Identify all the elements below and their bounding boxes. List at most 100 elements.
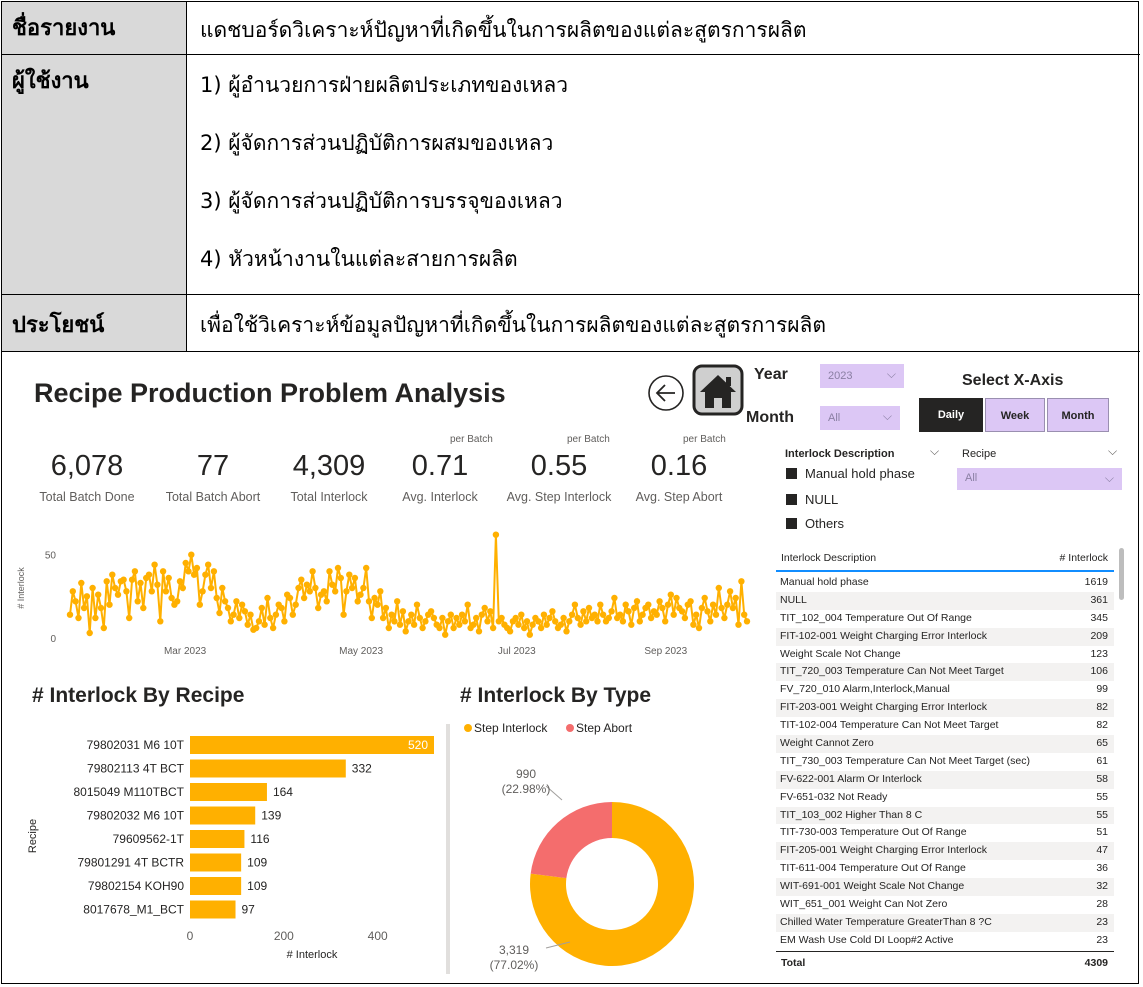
line-point	[707, 618, 714, 625]
line-point	[126, 614, 133, 622]
table-row[interactable]: Chilled Water Temperature GreaterThan 8 …	[776, 913, 1114, 932]
home-icon[interactable]	[692, 364, 744, 416]
line-point	[391, 618, 398, 625]
table-row[interactable]: TIT_730_003 Temperature Can Not Meet Tar…	[776, 753, 1114, 771]
line-point	[419, 624, 426, 632]
table-row[interactable]: NULL 361	[776, 591, 1114, 610]
line-point	[546, 614, 553, 622]
table-scrollbar[interactable]	[1119, 548, 1124, 600]
table-row[interactable]: TIT-611-004 Temperature Out Of Range 36	[776, 860, 1114, 878]
table-row[interactable]: Manual hold phase 1619	[776, 574, 1114, 592]
kpi-per-batch-note: per Batch	[450, 434, 493, 445]
recipe-filter-label: Recipe	[962, 448, 997, 460]
table-cell-description: FV_720_010 Alarm,Interlock,Manual	[780, 683, 950, 696]
kpi-total-batch-done-label: Total Batch Done	[39, 490, 135, 504]
kpi-per-batch-note: per Batch	[567, 434, 610, 445]
table-row[interactable]: FV_720_010 Alarm,Interlock,Manual 99	[776, 681, 1114, 699]
line-point	[315, 604, 322, 612]
line-point	[653, 611, 660, 618]
table-cell-count: 209	[1090, 629, 1108, 642]
line-point	[724, 601, 731, 608]
line-point	[247, 611, 254, 618]
table-row[interactable]: TIT_103_002 Higher Than 8 C 55	[776, 806, 1114, 825]
x-axis-month-button[interactable]: Month	[1047, 398, 1109, 432]
line-point	[221, 598, 229, 605]
user-item-4: 4) หัวหน้างานในแต่ละสายการผลิต	[200, 247, 518, 271]
kpi-total-interlock: 4,309	[292, 450, 366, 482]
table-row[interactable]: Weight Cannot Zero 65	[776, 735, 1114, 753]
year-label: Year	[754, 366, 788, 383]
bar	[190, 900, 236, 919]
legend-item: Step Abort	[576, 721, 633, 735]
month-dropdown[interactable]: All ⌵	[820, 406, 900, 430]
line-point	[151, 561, 158, 568]
line-point	[726, 588, 734, 595]
table-total-row: Total 4309	[776, 951, 1114, 974]
line-point	[295, 584, 302, 592]
table-row[interactable]: TIT-730-003 Temperature Out Of Range 51	[776, 824, 1114, 842]
bar-category-label: 8015049 M110TBCT	[73, 785, 184, 799]
column-header-count[interactable]: # Interlock	[1060, 552, 1108, 564]
table-row[interactable]: Weight Scale Not Change 123	[776, 646, 1114, 664]
line-point	[213, 594, 220, 602]
interlock-filter-item[interactable]: Others	[786, 516, 844, 531]
table-cell-count: 61	[1096, 754, 1108, 767]
line-point	[374, 601, 381, 608]
interlock-filter-item[interactable]: Manual hold phase	[786, 466, 915, 481]
table-cell-count: 28	[1096, 898, 1108, 911]
line-point	[334, 564, 342, 572]
x-axis-week-button[interactable]: Week	[985, 398, 1045, 432]
line-point	[616, 611, 624, 618]
chevron-down-icon[interactable]: ⌵	[930, 444, 939, 459]
line-point	[114, 591, 122, 598]
bar-chart-title: # Interlock By Recipe	[32, 684, 245, 707]
table-cell-description: TIT_730_003 Temperature Can Not Meet Tar…	[780, 754, 1030, 767]
panel-scrollbar[interactable]	[446, 724, 450, 974]
line-point	[633, 598, 641, 605]
table-cell-count: 23	[1096, 933, 1108, 946]
table-cell-description: FV-651-032 Not Ready	[780, 790, 888, 803]
bar	[190, 806, 256, 825]
line-point	[382, 604, 390, 612]
table-row[interactable]: WIT-691-001 Weight Scale Not Change 32	[776, 878, 1114, 897]
line-point	[162, 588, 170, 595]
line-point	[165, 574, 172, 582]
table-row[interactable]: FIT-203-001 Weight Charging Error Interl…	[776, 699, 1114, 718]
line-point	[145, 571, 153, 578]
line-point	[599, 611, 607, 618]
table-cell-description: Manual hold phase	[780, 576, 869, 588]
line-point	[741, 611, 748, 618]
column-header-description[interactable]: Interlock Description	[781, 552, 876, 564]
table-cell-count: 23	[1096, 915, 1108, 928]
line-point	[326, 568, 333, 575]
table-row[interactable]: FV-651-032 Not Ready 55	[776, 789, 1114, 807]
table-row[interactable]: FV-622-001 Alarm Or Interlock 58	[776, 770, 1114, 789]
chevron-down-icon[interactable]: ⌵	[1108, 444, 1117, 459]
recipe-dropdown[interactable]: All ⌵	[957, 468, 1122, 490]
line-point	[537, 624, 545, 632]
table-row[interactable]: FIT-205-001 Weight Charging Error Interl…	[776, 842, 1114, 861]
table-row[interactable]: TIT_720_003 Temperature Can Not Meet Tar…	[776, 663, 1114, 682]
users-row: ผู้ใช้งาน 1) ผู้อำนวยการฝ่ายผลิตประเภทขอ…	[2, 55, 1140, 295]
table-row[interactable]: TIT-102-004 Temperature Can Not Meet Tar…	[776, 717, 1114, 735]
line-point	[492, 531, 500, 538]
line-point	[605, 614, 612, 622]
line-point	[199, 588, 206, 595]
table-row[interactable]: FIT-102-001 Weight Charging Error Interl…	[776, 627, 1114, 646]
line-point	[399, 608, 407, 615]
back-arrow-icon[interactable]	[647, 374, 685, 412]
year-dropdown[interactable]: 2023 ⌵	[820, 364, 904, 388]
line-point	[216, 609, 223, 617]
line-point	[377, 588, 384, 595]
line-point	[86, 629, 93, 637]
table-row[interactable]: EM Wash Use Cold DI Loop#2 Active 23	[776, 932, 1114, 950]
interlock-trend-chart: # Interlock 0 50 Mar 2023 May 2023 Jul 2023 Se…	[16, 531, 751, 657]
benefit-label: ประโยชน์	[2, 295, 187, 351]
table-row[interactable]: WIT_651_001 Weight Can Not Zero 28	[776, 896, 1114, 914]
line-point	[196, 601, 203, 608]
table-row[interactable]: TIT_102_004 Temperature Out Of Range 345	[776, 610, 1114, 628]
line-point	[647, 614, 655, 622]
x-axis-daily-button[interactable]: Daily	[919, 398, 983, 432]
interlock-filter-item[interactable]: NULL	[786, 492, 838, 507]
table-total-value: 4309	[1084, 957, 1108, 969]
